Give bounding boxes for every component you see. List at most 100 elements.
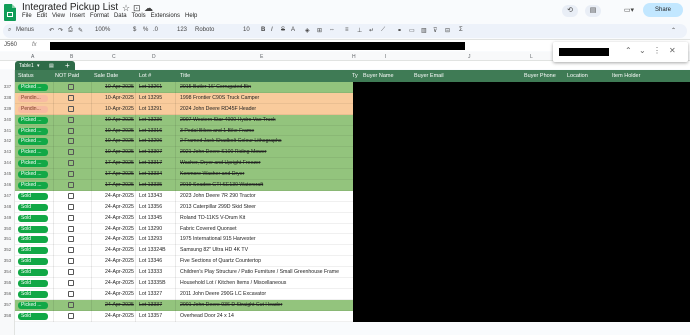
header-location[interactable]: Location [567,73,588,79]
bold-icon[interactable]: B [261,27,265,33]
not-paid-checkbox[interactable] [68,290,74,297]
menu-item[interactable]: Format [90,13,109,19]
comment-icon[interactable]: ▭ [409,27,415,34]
sale-date-cell[interactable]: 10-Apr-2025 [105,117,134,123]
sale-date-cell[interactable]: 24-Apr-2025 [105,302,134,308]
title-cell[interactable]: Roland TD-11KS V-Drum Kit [180,215,245,221]
sale-date-cell[interactable]: 24-Apr-2025 [105,258,134,264]
close-icon[interactable]: ✕ [669,46,676,55]
table-row[interactable]: 355 Sold 24-Apr-2025 Lot 13335B Household Lo… [4,278,690,290]
title-cell[interactable]: Household Lot / Kitchen Items / Miscella… [180,280,286,286]
sale-date-cell[interactable]: 10-Apr-2025 [105,95,134,101]
decrease-decimal-button[interactable]: .0 [153,27,158,33]
align-icon[interactable]: ≡ [345,27,349,33]
not-paid-checkbox[interactable] [68,247,74,254]
search-icon[interactable]: ⌕ [8,27,11,34]
table-row[interactable]: 345 Picked ... 17-Apr-2025 Lot 13334 Kenmore… [4,169,690,181]
rotate-icon[interactable]: ⟋ [381,27,385,34]
comments-icon[interactable]: ▤ [585,5,601,17]
title-cell[interactable]: 2024 John Deere RD45F Header [180,106,256,112]
find-options-icon[interactable]: ⋮ [653,46,661,55]
row-number[interactable]: 356 [0,291,15,296]
sale-date-cell[interactable]: 10-Apr-2025 [105,149,134,155]
meet-icon[interactable]: ▭▾ [618,5,640,17]
title-cell[interactable]: 2 Framed Jack Shadbolt Colour Lithograph… [180,138,282,144]
menu-item[interactable]: Extensions [151,13,180,19]
undo-icon[interactable]: ↶ [49,27,54,34]
sale-date-cell[interactable]: 24-Apr-2025 [105,280,134,286]
table-row[interactable]: 349 Sold 24-Apr-2025 Lot 13345 Roland TD-11K… [4,212,690,224]
table-row[interactable]: 354 Sold 24-Apr-2025 Lot 13333 Children's Pl… [4,267,690,279]
table-view-icon[interactable]: ▤ [49,63,54,69]
sale-date-cell[interactable]: 17-Apr-2025 [105,171,134,177]
sale-date-cell[interactable]: 24-Apr-2025 [105,193,134,199]
sale-date-cell[interactable]: 10-Apr-2025 [105,128,134,134]
status-chip[interactable]: Picked ... [18,138,48,146]
header-buyer-phone[interactable]: Buyer Phone [524,73,556,79]
lot-cell[interactable]: Lot 13335B [139,280,166,286]
lot-cell[interactable]: Lot 13357 [139,313,162,319]
row-number[interactable]: 353 [0,258,15,263]
not-paid-checkbox[interactable] [68,138,74,145]
find-input[interactable] [559,48,609,56]
sale-date-cell[interactable]: 17-Apr-2025 [105,160,134,166]
row-number[interactable]: 349 [0,215,15,220]
status-chip[interactable]: Sold [18,192,48,200]
status-chip[interactable]: Sold [18,247,48,255]
not-paid-checkbox[interactable] [68,84,74,90]
status-chip[interactable]: Picked ... [18,84,48,91]
status-chip[interactable]: Pendin... [18,94,48,102]
history-icon[interactable]: ⟲ [562,5,578,17]
print-icon[interactable]: ⎙ [68,27,73,34]
menu-item[interactable]: View [52,13,65,19]
find-prev-icon[interactable]: ⌃ [625,46,632,55]
row-number[interactable]: 347 [0,193,15,198]
status-chip[interactable]: Sold [18,290,48,298]
title-cell[interactable]: Samsung 82" Ultra HD 4K TV [180,247,248,253]
wrap-icon[interactable]: ↵ [369,27,374,34]
title-cell[interactable]: 2013 Caterpillar 299D Skid Steer [180,204,256,210]
lot-cell[interactable]: Lot 13335 [139,182,162,188]
add-icon[interactable]: + [65,61,70,70]
chart-icon[interactable]: ▥ [421,27,427,34]
title-cell[interactable]: 1998 Frontier C90S Truck Camper [180,95,259,101]
lot-cell[interactable]: Lot 13236 [139,117,162,123]
table-row[interactable]: 357 Picked ... 24-Apr-2025 Lot 13337 2001 Jo… [4,299,690,311]
row-number[interactable]: 343 [0,149,15,154]
status-chip[interactable]: Picked ... [18,149,48,157]
col-letter[interactable]: E [260,54,263,60]
filter-icon[interactable]: ⊽ [433,27,437,34]
col-letter[interactable]: D [152,54,156,60]
status-chip[interactable]: Picked ... [18,182,48,190]
table-row[interactable]: 346 Picked ... 17-Apr-2025 Lot 13335 2019 Se… [4,180,690,192]
menu-item[interactable]: File [22,13,32,19]
lot-cell[interactable]: Lot 13261 [139,84,162,90]
lot-cell[interactable]: Lot 13316 [139,128,162,134]
strikethrough-icon[interactable]: S [281,27,285,33]
lot-cell[interactable]: Lot 13307 [139,149,162,155]
functions-icon[interactable]: Σ [459,27,463,33]
title-cell[interactable]: 2019 Seadoo GTI SE130 Watercraft [180,182,263,188]
lot-cell[interactable]: Lot 13333 [139,269,162,275]
share-button[interactable]: Share [643,3,683,17]
row-number[interactable]: 352 [0,247,15,252]
borders-icon[interactable]: ⊞ [317,27,322,34]
chevron-down-icon[interactable]: ▾ [37,63,40,69]
table-row[interactable]: 356 Sold 24-Apr-2025 Lot 13327 2011 John Dee… [4,288,690,300]
fill-color-icon[interactable]: ◈ [305,27,310,34]
sale-date-cell[interactable]: 10-Apr-2025 [105,138,134,144]
sale-date-cell[interactable]: 24-Apr-2025 [105,247,134,253]
not-paid-checkbox[interactable] [68,171,74,178]
title-cell[interactable]: 2011 John Deere 290G LC Excavator [180,291,266,297]
lot-cell[interactable]: Lot 13345 [139,215,162,221]
title-cell[interactable]: 2001 John Deere 936 D Straight Cut Heade… [180,302,282,308]
italic-icon[interactable]: I [271,27,273,33]
valign-icon[interactable]: ⊥ [357,27,362,34]
sale-date-cell[interactable]: 24-Apr-2025 [105,204,134,210]
lot-cell[interactable]: Lot 13327 [139,291,162,297]
not-paid-checkbox[interactable] [68,149,74,156]
table-row[interactable]: 350 Sold 24-Apr-2025 Lot 13290 Fabric Covere… [4,223,690,235]
table-row[interactable]: 358 Sold 24-Apr-2025 Lot 13357 Overhead Door… [4,310,690,322]
title-cell[interactable]: Children's Play Structure / Patio Furnit… [180,269,339,275]
row-number[interactable]: 348 [0,204,15,209]
